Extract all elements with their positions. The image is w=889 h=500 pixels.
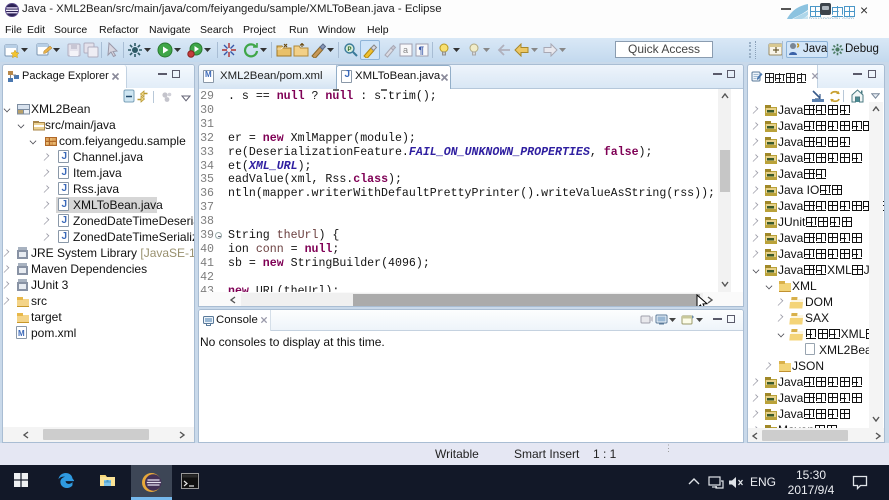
svg-text:¶: ¶ [419, 46, 425, 57]
svg-text:P: P [348, 47, 352, 53]
svg-text:a: a [403, 45, 408, 55]
